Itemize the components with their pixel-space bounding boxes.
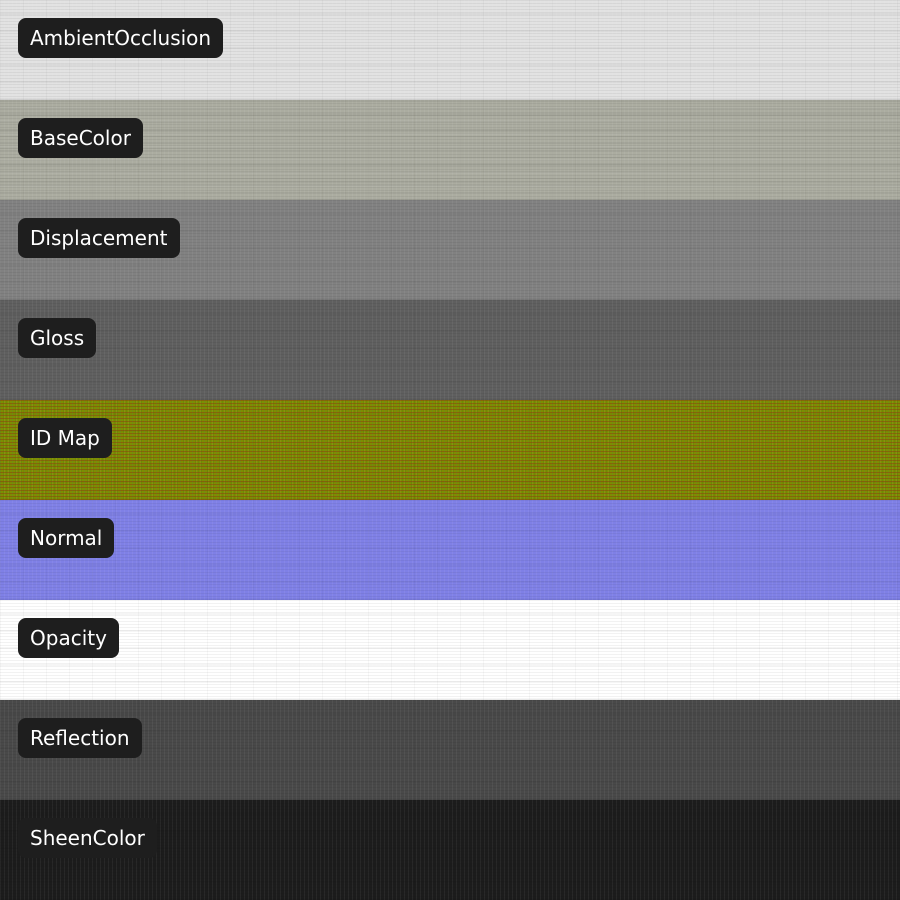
strip-opacity: Opacity bbox=[0, 600, 900, 700]
strip-label: Reflection bbox=[18, 718, 142, 758]
strip-label: SheenColor bbox=[18, 818, 157, 858]
strip-sheen-color: SheenColor bbox=[0, 800, 900, 900]
strip-label: Opacity bbox=[18, 618, 119, 658]
strip-ambient-occlusion: AmbientOcclusion bbox=[0, 0, 900, 100]
strip-displacement: Displacement bbox=[0, 200, 900, 300]
strip-gloss: Gloss bbox=[0, 300, 900, 400]
texture-map-strips: AmbientOcclusion BaseColor Displacement … bbox=[0, 0, 900, 900]
strip-label: ID Map bbox=[18, 418, 112, 458]
strip-label: Normal bbox=[18, 518, 115, 558]
strip-label: AmbientOcclusion bbox=[18, 18, 224, 58]
strip-reflection: Reflection bbox=[0, 700, 900, 800]
strip-label: BaseColor bbox=[18, 118, 143, 158]
strip-label: Gloss bbox=[18, 318, 97, 358]
strip-normal: Normal bbox=[0, 500, 900, 600]
strip-base-color: BaseColor bbox=[0, 100, 900, 200]
strip-id-map: ID Map bbox=[0, 400, 900, 500]
strip-label: Displacement bbox=[18, 218, 180, 258]
